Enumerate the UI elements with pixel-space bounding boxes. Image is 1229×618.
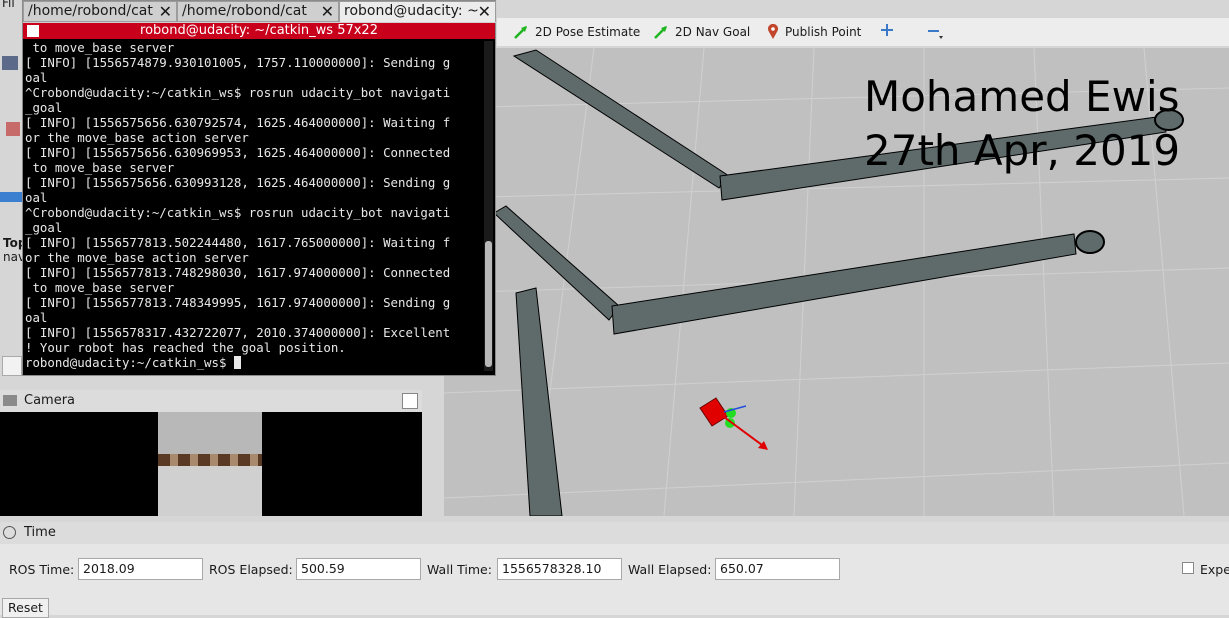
terminal-line: or the move_base action server <box>25 250 249 265</box>
ros-elapsed-label: ROS Elapsed: <box>209 562 293 577</box>
time-panel-header: Time <box>0 522 1229 544</box>
time-panel: ROS Time: 2018.09 ROS Elapsed: 500.59 Wa… <box>0 544 1229 594</box>
terminal-tab-3[interactable]: robond@udacity: ~ ✕ <box>339 1 496 22</box>
rviz-toolbar: 2D Pose Estimate 2D Nav Goal Publish Poi… <box>497 18 1229 46</box>
scrollbar-thumb[interactable] <box>485 241 492 367</box>
wall-elapsed-label: Wall Elapsed: <box>628 562 712 577</box>
reset-button[interactable]: Reset <box>2 598 49 618</box>
terminal-tab-2[interactable]: /home/robond/cat ✕ <box>177 1 339 22</box>
ros-time-label: ROS Time: <box>9 562 75 577</box>
plus-icon <box>881 24 893 36</box>
experimental-label: Expe <box>1200 562 1229 577</box>
nav-goal-arrow-icon <box>653 24 669 40</box>
publish-point-tool[interactable]: Publish Point <box>767 24 861 40</box>
display-icon <box>2 56 18 70</box>
reset-row: Reset <box>0 594 1229 618</box>
wall-time-field[interactable]: 1556578328.10 <box>497 558 622 580</box>
overlay-name: Mohamed Ewis <box>864 72 1180 121</box>
terminal-icon <box>27 25 39 37</box>
terminal-scrollbar[interactable] <box>484 41 493 371</box>
3d-viewport[interactable]: Mohamed Ewis 27th Apr, 2019 <box>444 48 1229 516</box>
terminal-title-bar: robond@udacity: ~/catkin_ws 57x22 <box>23 23 495 39</box>
time-panel-title: Time <box>24 525 56 540</box>
terminal-line: [ INFO] [1556575656.630792574, 1625.4640… <box>25 115 451 130</box>
clock-icon <box>3 526 16 539</box>
map-obstacle <box>1075 230 1105 254</box>
camera-title: Camera <box>24 393 76 408</box>
terminal-line: to move_base server <box>25 280 175 295</box>
terminal-line: [ INFO] [1556578317.432722077, 2010.3740… <box>25 325 451 340</box>
close-icon[interactable]: ✕ <box>478 2 491 21</box>
close-icon[interactable]: ✕ <box>159 2 172 21</box>
dock-button[interactable] <box>2 356 22 376</box>
camera-float-button[interactable] <box>402 393 418 409</box>
selected-row <box>0 192 22 202</box>
camera-icon <box>3 395 17 406</box>
terminal-line: or the move_base action server <box>25 130 249 145</box>
terminal-line: oal <box>25 190 48 205</box>
wall-time-label: Wall Time: <box>427 562 492 577</box>
terminal-line: [ INFO] [1556574879.930101005, 1757.1100… <box>25 55 451 70</box>
map-pin-icon <box>767 24 779 40</box>
ros-time-field[interactable]: 2018.09 <box>78 558 203 580</box>
terminal-tab-1[interactable]: /home/robond/cat ✕ <box>23 1 177 22</box>
terminal-line: ^Crobond@udacity:~/catkin_ws$ rosrun uda… <box>25 205 451 220</box>
close-icon[interactable]: ✕ <box>321 2 334 21</box>
menu-fragment[interactable]: Fil <box>2 0 15 10</box>
minus-icon <box>927 24 943 40</box>
terminal-output[interactable]: to move_base server[ INFO] [1556574879.9… <box>25 40 483 374</box>
overlay-text: Mohamed Ewis 27th Apr, 2019 <box>864 70 1180 178</box>
terminal-line: ^Crobond@udacity:~/catkin_ws$ rosrun uda… <box>25 85 451 100</box>
terminal-line: _goal <box>25 100 63 115</box>
pose-arrow-icon <box>513 24 529 40</box>
terminal-line: oal <box>25 310 48 325</box>
terminal-cursor <box>233 356 241 369</box>
terminal-prompt: robond@udacity:~/catkin_ws$ <box>25 355 234 370</box>
terminal-prompt-line: robond@udacity:~/catkin_ws$ <box>25 355 483 370</box>
terminal-line: [ INFO] [1556575656.630969953, 1625.4640… <box>25 145 451 160</box>
overlay-date: 27th Apr, 2019 <box>864 126 1181 175</box>
terminal-line: [ INFO] [1556577813.748298030, 1617.9740… <box>25 265 451 280</box>
terminal-line: [ INFO] [1556577813.502244480, 1617.7650… <box>25 235 451 250</box>
terminal-line: to move_base server <box>25 160 175 175</box>
pose-estimate-tool[interactable]: 2D Pose Estimate <box>513 24 640 40</box>
terminal-line: ! Your robot has reached the goal positi… <box>25 340 346 355</box>
zoom-in-button[interactable] <box>881 24 893 36</box>
ros-elapsed-field[interactable]: 500.59 <box>296 558 421 580</box>
camera-panel-header: Camera <box>0 390 422 412</box>
robot-and-goal <box>699 397 768 450</box>
terminal-line: oal <box>25 70 48 85</box>
terminal-tab-bar: /home/robond/cat ✕ /home/robond/cat ✕ ro… <box>23 1 497 23</box>
experimental-checkbox[interactable] <box>1182 562 1194 574</box>
terminal-line: [ INFO] [1556575656.630993128, 1625.4640… <box>25 175 451 190</box>
nav-goal-tool[interactable]: 2D Nav Goal <box>653 24 750 40</box>
tool-icon <box>6 122 20 136</box>
terminal-line: to move_base server <box>25 40 175 55</box>
camera-image <box>0 412 422 516</box>
camera-scene <box>158 412 262 516</box>
terminal-line: _goal <box>25 220 63 235</box>
terminal-window[interactable]: /home/robond/cat ✕ /home/robond/cat ✕ ro… <box>22 0 497 376</box>
wall-elapsed-field[interactable]: 650.07 <box>715 558 840 580</box>
terminal-line: [ INFO] [1556577813.748349995, 1617.9740… <box>25 295 451 310</box>
zoom-out-button[interactable] <box>927 24 943 40</box>
dock-splitter[interactable] <box>422 390 444 516</box>
